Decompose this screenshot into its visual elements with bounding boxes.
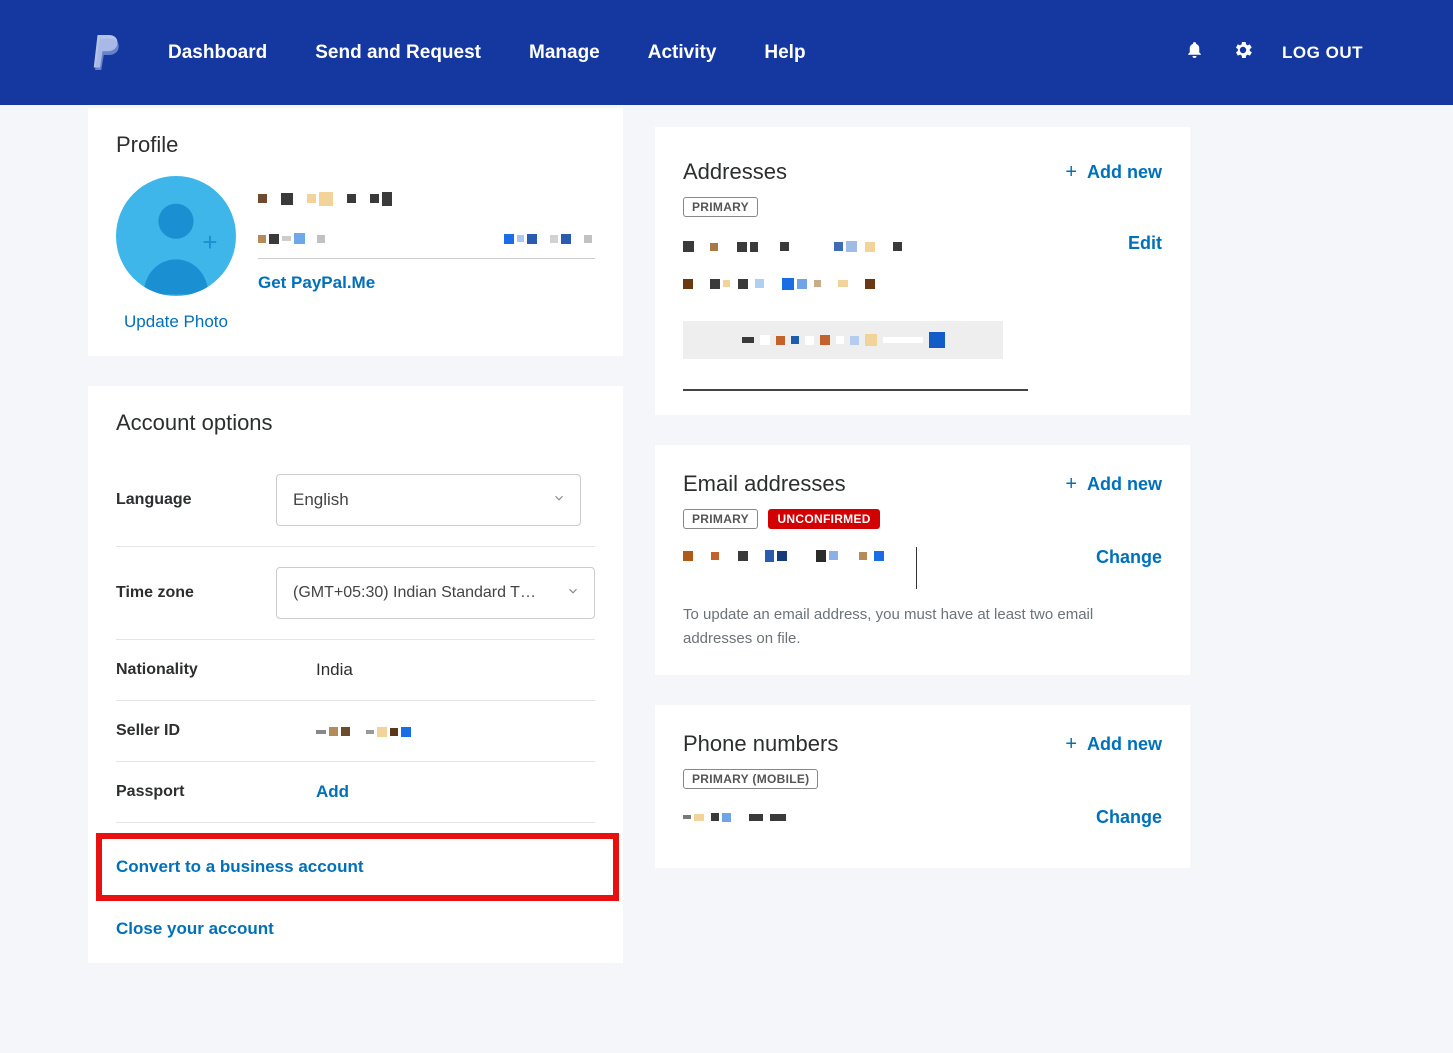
option-timezone: Time zone (GMT+05:30) Indian Standard T… [116, 547, 595, 640]
nav-dashboard[interactable]: Dashboard [168, 42, 267, 64]
nav-help[interactable]: Help [764, 42, 805, 64]
timezone-value: (GMT+05:30) Indian Standard T… [293, 584, 536, 602]
option-nationality: Nationality India [116, 640, 595, 701]
get-paypalme-link[interactable]: Get PayPal.Me [258, 273, 595, 293]
passport-add-link[interactable]: Add [316, 782, 349, 802]
email-domain-redacted [816, 547, 898, 565]
profile-card: Profile + Update Photo [88, 108, 623, 356]
account-options-title: Account options [116, 410, 595, 436]
language-label: Language [116, 491, 276, 509]
logout-button[interactable]: LOG OUT [1282, 43, 1363, 63]
phones-add-button[interactable]: + Add new [1065, 733, 1162, 756]
emails-primary-badge: PRIMARY [683, 509, 758, 529]
addresses-title: Addresses [683, 159, 787, 185]
option-passport: Passport Add [116, 762, 595, 823]
language-value: English [293, 490, 349, 510]
timezone-label: Time zone [116, 584, 276, 602]
avatar[interactable]: + [116, 176, 236, 296]
bell-icon[interactable] [1185, 39, 1204, 66]
emails-title: Email addresses [683, 471, 846, 497]
nationality-value: India [316, 660, 353, 680]
timezone-select[interactable]: (GMT+05:30) Indian Standard T… [276, 567, 595, 619]
convert-business-link[interactable]: Convert to a business account [116, 857, 364, 876]
nav-activity[interactable]: Activity [648, 42, 717, 64]
phones-add-label: Add new [1087, 734, 1162, 755]
passport-label: Passport [116, 783, 276, 801]
header-right: LOG OUT [1185, 39, 1363, 66]
plus-icon: + [1065, 733, 1077, 756]
emails-card: Email addresses + Add new PRIMARY UNCONF… [655, 445, 1190, 675]
phones-card: Phone numbers + Add new PRIMARY (MOBILE)… [655, 705, 1190, 868]
addresses-divider [683, 389, 1028, 391]
addresses-add-label: Add new [1087, 162, 1162, 183]
address-country-redacted [683, 321, 1003, 359]
nav-send-request[interactable]: Send and Request [315, 42, 481, 64]
paypal-logo-icon [90, 35, 120, 71]
emails-add-label: Add new [1087, 474, 1162, 495]
option-sellerid: Seller ID [116, 701, 595, 762]
sellerid-value-redacted [316, 721, 414, 741]
update-photo-link[interactable]: Update Photo [124, 312, 228, 332]
email-divider [916, 547, 917, 589]
plus-icon: + [1065, 161, 1077, 184]
chevron-down-icon [566, 584, 580, 603]
nav-manage[interactable]: Manage [529, 42, 600, 64]
plus-icon: + [1065, 473, 1077, 496]
main-nav: Dashboard Send and Request Manage Activi… [168, 42, 806, 64]
addresses-edit-link[interactable]: Edit [1128, 233, 1162, 261]
gear-icon[interactable] [1232, 39, 1254, 66]
addresses-card: Addresses + Add new PRIMARY [655, 127, 1190, 415]
nationality-label: Nationality [116, 661, 276, 679]
address-line3-redacted [755, 275, 833, 293]
chevron-down-icon [552, 490, 566, 510]
addresses-primary-badge: PRIMARY [683, 197, 758, 217]
address-line4-redacted [838, 275, 889, 293]
profile-email-redacted [258, 230, 328, 248]
phones-title: Phone numbers [683, 731, 838, 757]
emails-add-button[interactable]: + Add new [1065, 473, 1162, 496]
email-user-redacted [683, 547, 790, 565]
phone-number-redacted [683, 809, 789, 827]
profile-status-redacted [504, 230, 595, 248]
option-language: Language English [116, 454, 595, 547]
account-options-card: Account options Language English Time zo… [88, 386, 623, 963]
phones-primary-badge: PRIMARY (MOBILE) [683, 769, 818, 789]
convert-row-highlight: Convert to a business account [96, 833, 619, 901]
address-line2-redacted [683, 275, 751, 293]
profile-title: Profile [116, 132, 595, 158]
close-account-link[interactable]: Close your account [116, 919, 274, 938]
profile-name-redacted [258, 190, 395, 208]
add-photo-icon: + [198, 232, 222, 256]
emails-unconfirmed-badge: UNCONFIRMED [768, 509, 879, 529]
language-select[interactable]: English [276, 474, 581, 526]
header: Dashboard Send and Request Manage Activi… [0, 0, 1453, 105]
address-line1-redacted [683, 233, 905, 261]
emails-change-link[interactable]: Change [1096, 547, 1162, 568]
emails-note: To update an email address, you must hav… [683, 603, 1162, 651]
addresses-add-button[interactable]: + Add new [1065, 161, 1162, 184]
close-row: Close your account [116, 901, 595, 939]
sellerid-label: Seller ID [116, 722, 276, 740]
phones-change-link[interactable]: Change [1096, 807, 1162, 828]
